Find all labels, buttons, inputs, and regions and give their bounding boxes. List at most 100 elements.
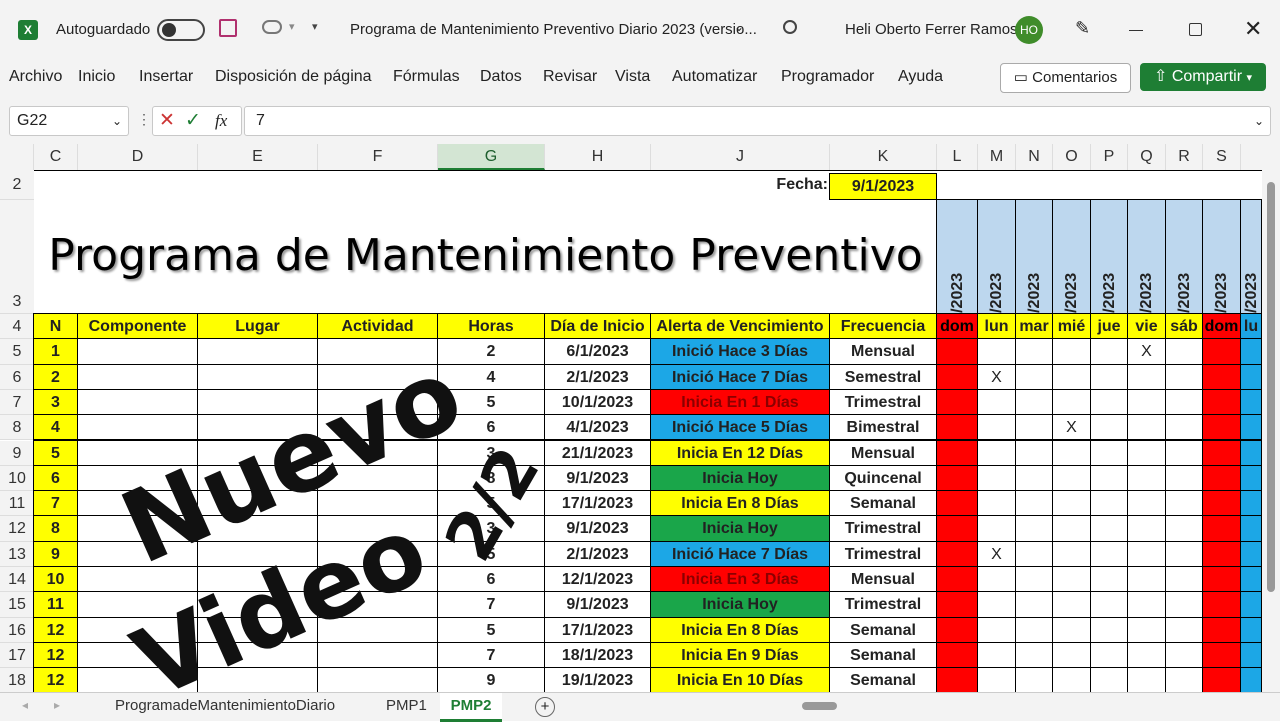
row-frecuencia[interactable]: Quincenal (829, 464, 937, 492)
row-inicio[interactable]: 21/1/2023 (544, 439, 651, 466)
row-n[interactable]: 12 (33, 616, 78, 643)
row-n[interactable]: 12 (33, 667, 78, 692)
row-inicio[interactable]: 17/1/2023 (544, 616, 651, 643)
calendar-cell[interactable] (1127, 515, 1166, 542)
column-header-r[interactable]: R (1166, 144, 1203, 170)
calendar-cell[interactable] (977, 338, 1016, 365)
column-header-o[interactable]: O (1053, 144, 1091, 170)
row-frecuencia[interactable]: Semanal (829, 641, 937, 669)
calendar-cell[interactable] (1127, 566, 1166, 593)
column-header-e[interactable]: E (198, 144, 318, 170)
calendar-cell[interactable] (936, 515, 978, 542)
row-header-8[interactable]: 8 (0, 415, 34, 441)
avatar[interactable]: HO (1015, 16, 1043, 44)
calendar-date-cell[interactable]: 6/1/2023 (1127, 199, 1166, 314)
calendar-cell[interactable] (936, 363, 978, 390)
row-inicio[interactable]: 10/1/2023 (544, 388, 651, 416)
autosave-toggle[interactable] (157, 19, 205, 41)
row-n[interactable]: 10 (33, 566, 78, 593)
weekday-3[interactable]: mié (1052, 313, 1091, 340)
row-frecuencia[interactable]: Semestral (829, 363, 937, 390)
calendar-cell[interactable] (1090, 414, 1128, 441)
calendar-cell[interactable] (1052, 566, 1091, 593)
row-frecuencia[interactable]: Semanal (829, 616, 937, 643)
row-header-18[interactable]: 18 (0, 668, 34, 692)
calendar-cell[interactable] (1240, 464, 1262, 492)
calendar-cell[interactable] (1015, 464, 1053, 492)
calendar-cell[interactable] (1202, 641, 1241, 669)
row-n[interactable]: 9 (33, 540, 78, 567)
row-header-2[interactable]: 2 (0, 170, 34, 200)
row-componente[interactable] (77, 414, 198, 441)
row-frecuencia[interactable]: Mensual (829, 338, 937, 365)
weekday-4[interactable]: jue (1090, 313, 1128, 340)
row-frecuencia[interactable]: Trimestral (829, 540, 937, 567)
calendar-cell[interactable] (977, 515, 1016, 542)
row-horas[interactable]: 7 (437, 591, 545, 618)
calendar-cell[interactable] (1052, 490, 1091, 517)
row-header-17[interactable]: 17 (0, 642, 34, 669)
menu-revisar[interactable]: Revisar (543, 68, 597, 86)
header-3[interactable]: Actividad (317, 313, 438, 340)
calendar-cell[interactable] (1165, 338, 1203, 365)
calendar-date-cell[interactable]: 4/1/2023 (1052, 199, 1091, 314)
row-frecuencia[interactable]: Bimestral (829, 414, 937, 441)
title-dropdown-icon[interactable]: ⌄ (734, 20, 744, 34)
calendar-cell[interactable] (1015, 490, 1053, 517)
calendar-cell[interactable] (1052, 464, 1091, 492)
calendar-cell[interactable] (977, 439, 1016, 466)
calendar-date-cell[interactable]: 7/1/2023 (1165, 199, 1203, 314)
sync-icon[interactable] (262, 20, 282, 34)
row-header-10[interactable]: 10 (0, 465, 34, 492)
horizontal-scrollbar[interactable] (790, 699, 1250, 713)
calendar-cell[interactable] (1202, 414, 1241, 441)
calendar-cell[interactable] (1202, 616, 1241, 643)
weekday-6[interactable]: sáb (1165, 313, 1203, 340)
document-title[interactable]: Programa de Mantenimiento Preventivo Dia… (350, 21, 757, 38)
calendar-cell[interactable] (1240, 641, 1262, 669)
calendar-cell[interactable] (1127, 464, 1166, 492)
close-icon[interactable]: ✕ (1244, 16, 1262, 42)
calendar-cell[interactable] (936, 414, 978, 441)
menu-programador[interactable]: Programador (781, 68, 874, 86)
calendar-cell[interactable] (977, 641, 1016, 669)
calendar-cell[interactable] (1052, 591, 1091, 618)
header-4[interactable]: Horas (437, 313, 545, 340)
customize-toolbar-icon[interactable]: ▾ (312, 20, 318, 33)
calendar-date-cell[interactable]: 3/1/2023 (1015, 199, 1053, 314)
vertical-scrollbar[interactable] (1262, 170, 1280, 692)
column-header-j[interactable]: J (651, 144, 830, 170)
header-1[interactable]: Componente (77, 313, 198, 340)
weekday-7[interactable]: dom (1202, 313, 1241, 340)
calendar-cell[interactable] (1240, 388, 1262, 416)
menu-automatizar[interactable]: Automatizar (672, 68, 757, 86)
calendar-cell[interactable]: X (1127, 338, 1166, 365)
calendar-cell[interactable] (977, 464, 1016, 492)
menu-disposicion[interactable]: Disposición de página (215, 68, 372, 86)
calendar-cell[interactable] (1202, 566, 1241, 593)
row-n[interactable]: 2 (33, 363, 78, 390)
row-header-3[interactable]: 3 (0, 200, 34, 314)
column-header-l[interactable]: L (937, 144, 978, 170)
row-header-4[interactable]: 4 (0, 314, 34, 340)
calendar-cell[interactable] (1240, 414, 1262, 441)
row-header-5[interactable]: 5 (0, 339, 34, 365)
row-inicio[interactable]: 9/1/2023 (544, 464, 651, 492)
row-alerta[interactable]: Inició Hace 5 Días (650, 414, 830, 441)
calendar-cell[interactable] (977, 388, 1016, 416)
calendar-cell[interactable] (936, 338, 978, 365)
calendar-cell[interactable] (1127, 641, 1166, 669)
calendar-date-cell[interactable]: 5/1/2023 (1090, 199, 1128, 314)
calendar-cell[interactable] (1015, 641, 1053, 669)
calendar-cell[interactable] (1240, 363, 1262, 390)
calendar-date-cell[interactable]: 2/1/2023 (977, 199, 1016, 314)
header-5[interactable]: Día de Inicio (544, 313, 651, 340)
calendar-cell[interactable] (1015, 616, 1053, 643)
calendar-cell[interactable] (1202, 439, 1241, 466)
calendar-cell[interactable] (936, 490, 978, 517)
calendar-cell[interactable] (1202, 540, 1241, 567)
row-frecuencia[interactable]: Semanal (829, 490, 937, 517)
column-header-q[interactable]: Q (1128, 144, 1166, 170)
calendar-cell[interactable] (1202, 388, 1241, 416)
row-horas[interactable]: 5 (437, 616, 545, 643)
